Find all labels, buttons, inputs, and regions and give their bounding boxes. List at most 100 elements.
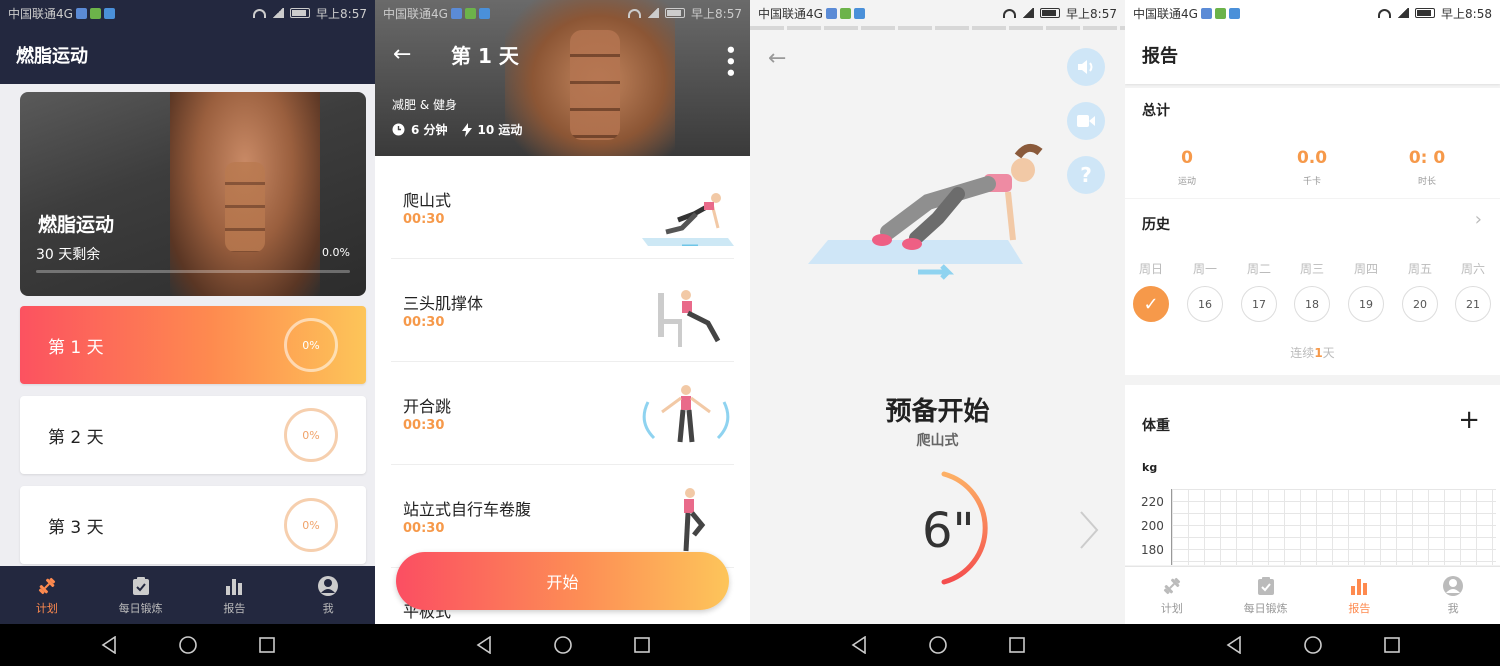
home-nav-icon[interactable] <box>553 635 573 655</box>
plan-hero-card[interactable]: 燃脂运动 30 天剩余 0.0% <box>20 92 366 296</box>
weekday-label: 周三 <box>1299 262 1324 276</box>
tab-plan[interactable]: 计划 <box>7 575 87 616</box>
day-card-2[interactable]: 第 2 天 0% <box>20 396 366 474</box>
progress-ring: 0% <box>284 498 338 552</box>
history-title: 历史 <box>1142 217 1170 233</box>
page-title: 第 1 天 <box>451 44 519 68</box>
lightning-icon <box>461 122 472 137</box>
battery-icon <box>1040 8 1061 18</box>
chevron-right-icon[interactable] <box>1079 510 1099 550</box>
carrier-text: 中国联通4G <box>758 6 823 21</box>
app-icon <box>75 7 87 19</box>
volume-icon[interactable] <box>1067 48 1105 86</box>
wifi-icon <box>253 8 267 18</box>
signal-icon <box>272 8 285 18</box>
app-icon <box>450 7 462 19</box>
status-bar: 中国联通4G 早上8:57 <box>0 0 375 26</box>
exercise-item[interactable]: 爬山式 00:30 <box>391 156 734 259</box>
carrier-text: 中国联通4G <box>383 6 448 21</box>
status-bar: 中国联通4G 早上8:57 <box>375 0 750 26</box>
recents-nav-icon[interactable] <box>633 637 650 653</box>
tab-me[interactable]: 我 <box>1413 575 1493 616</box>
exercise-item[interactable]: 开合跳 00:30 <box>391 362 734 465</box>
hero-image-detail <box>570 30 620 140</box>
chevron-right-icon[interactable]: › <box>1475 209 1482 230</box>
system-nav-bar <box>0 624 375 666</box>
back-nav-icon[interactable] <box>476 636 492 654</box>
day-card-1[interactable]: 第 1 天 0% <box>20 306 366 384</box>
stat-label: 千卡 <box>1302 177 1321 187</box>
tab-daily-workout[interactable]: 每日锻炼 <box>101 575 181 616</box>
weekday-label: 周二 <box>1246 262 1271 276</box>
day-card-3[interactable]: 第 3 天 0% <box>20 486 366 564</box>
bottom-tab-bar: 计划 每日锻炼 报告 我 <box>0 566 375 624</box>
back-arrow-icon[interactable]: ← <box>768 46 786 71</box>
wifi-icon <box>1378 8 1392 18</box>
stat-value: 0 <box>1181 148 1193 168</box>
home-nav-icon[interactable] <box>928 635 948 655</box>
day-meta: 6 分钟 10 运动 <box>392 121 522 138</box>
back-nav-icon[interactable] <box>1226 636 1242 654</box>
plan-screen: 中国联通4G 早上8:57 燃脂运动 燃脂运动 30 天剩余 0.0% 第 1 … <box>0 0 375 666</box>
streak-suffix: 天 <box>1322 346 1335 360</box>
add-weight-icon[interactable]: + <box>1458 407 1480 433</box>
day-label: 第 2 天 <box>48 427 104 448</box>
clipboard-check-icon <box>1255 575 1277 597</box>
y-tick-label: 180 <box>1141 543 1164 557</box>
user-icon <box>1442 575 1464 597</box>
weekday-label: 周日 <box>1138 262 1163 276</box>
tab-label: 我 <box>1447 602 1459 615</box>
ready-label: 预备开始 <box>885 397 990 427</box>
exercise-name: 爬山式 <box>916 433 959 449</box>
exercise-count-text: 10 运动 <box>477 123 523 137</box>
exercise-item[interactable]: 三头肌撑体 00:30 <box>391 259 734 362</box>
recents-nav-icon[interactable] <box>258 637 275 653</box>
tab-plan[interactable]: 计划 <box>1132 575 1212 616</box>
stat-label: 时长 <box>1417 177 1436 187</box>
user-icon <box>317 575 339 597</box>
day-circle-done[interactable]: ✓ <box>1133 286 1169 322</box>
recents-nav-icon[interactable] <box>1383 637 1400 653</box>
start-button[interactable]: 开始 <box>396 552 729 610</box>
day-circle[interactable]: 16 <box>1187 286 1223 322</box>
home-nav-icon[interactable] <box>178 635 198 655</box>
back-arrow-icon[interactable]: ← <box>393 42 411 67</box>
hero-title: 燃脂运动 <box>38 214 115 236</box>
progress-percent: 0.0% <box>322 246 350 259</box>
app-icon <box>1228 7 1240 19</box>
recents-nav-icon[interactable] <box>1008 637 1025 653</box>
tab-label: 计划 <box>35 601 58 615</box>
stat-value: 0.0 <box>1296 148 1328 168</box>
tab-report[interactable]: 报告 <box>194 575 274 616</box>
app-icon <box>89 7 101 19</box>
day-circle[interactable]: 18 <box>1294 286 1330 322</box>
totals-card: 总计 0 运动 0.0 千卡 0: 0 时长 <box>1125 88 1500 198</box>
dumbbell-icon <box>36 575 58 597</box>
clock-text: 早上8:57 <box>1066 6 1117 21</box>
streak-text: 连续1天 <box>1125 344 1500 361</box>
tab-label: 报告 <box>1348 602 1371 615</box>
more-options-icon[interactable]: ••• <box>719 44 740 79</box>
exercise-duration: 00:30 <box>403 212 445 227</box>
tab-label: 我 <box>322 601 334 615</box>
day-circle[interactable]: 19 <box>1348 286 1384 322</box>
app-icon <box>825 7 837 19</box>
video-icon[interactable] <box>1067 102 1105 140</box>
day-circle[interactable]: 20 <box>1402 286 1438 322</box>
back-nav-icon[interactable] <box>851 636 867 654</box>
app-icon <box>103 7 115 19</box>
hero-image-detail <box>225 162 265 252</box>
tab-me[interactable]: 我 <box>288 575 368 616</box>
progress-ring: 0% <box>284 318 338 372</box>
battery-icon <box>1415 8 1436 18</box>
day-circle[interactable]: 21 <box>1455 286 1491 322</box>
help-icon[interactable]: ? <box>1067 156 1105 194</box>
back-nav-icon[interactable] <box>101 636 117 654</box>
tab-daily-workout[interactable]: 每日锻炼 <box>1226 575 1306 616</box>
app-icon <box>478 7 490 19</box>
status-bar: 中国联通4G 早上8:57 <box>750 0 1125 26</box>
countdown-number: 6" <box>922 503 975 559</box>
home-nav-icon[interactable] <box>1303 635 1323 655</box>
tab-report[interactable]: 报告 <box>1319 575 1399 616</box>
day-circle[interactable]: 17 <box>1241 286 1277 322</box>
